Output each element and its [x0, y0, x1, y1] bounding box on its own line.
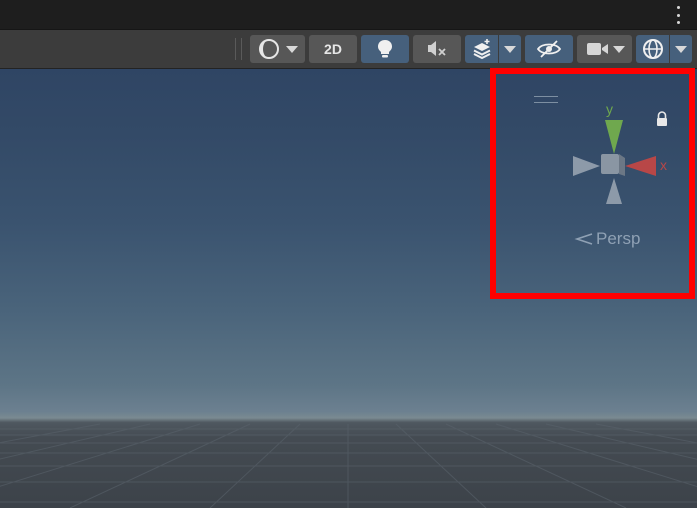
- effects-dropdown[interactable]: [499, 35, 521, 63]
- 2d-mode-label: 2D: [324, 41, 342, 57]
- scene-lighting-toggle[interactable]: [361, 35, 409, 63]
- more-options-icon[interactable]: [673, 6, 683, 24]
- 2d-mode-toggle[interactable]: 2D: [309, 35, 357, 63]
- gizmos-dropdown[interactable]: [670, 35, 692, 63]
- scene-toolbar: 2D: [0, 30, 697, 69]
- toolbar-grip[interactable]: [235, 38, 242, 60]
- chevron-down-icon: [612, 45, 625, 53]
- gizmos-toggle[interactable]: [636, 35, 669, 63]
- effects-layers-icon: [473, 39, 490, 60]
- window-title-bar: [0, 0, 697, 30]
- hidden-eye-icon: [536, 40, 562, 58]
- shading-mode-icon: [258, 39, 279, 59]
- chevron-down-icon: [504, 45, 516, 53]
- gizmos-globe-icon: [642, 39, 663, 59]
- light-bulb-icon: [378, 40, 392, 58]
- chevron-down-icon: [285, 45, 298, 53]
- camera-icon: [586, 43, 608, 55]
- audio-toggle[interactable]: [413, 35, 461, 63]
- highlight-frame: [490, 68, 695, 299]
- shading-mode-dropdown[interactable]: [250, 35, 305, 63]
- effects-toggle[interactable]: [465, 35, 498, 63]
- camera-settings-dropdown[interactable]: [577, 35, 632, 63]
- chevron-down-icon: [675, 45, 687, 53]
- audio-mute-icon: [428, 41, 446, 56]
- scene-visibility-toggle[interactable]: [525, 35, 573, 63]
